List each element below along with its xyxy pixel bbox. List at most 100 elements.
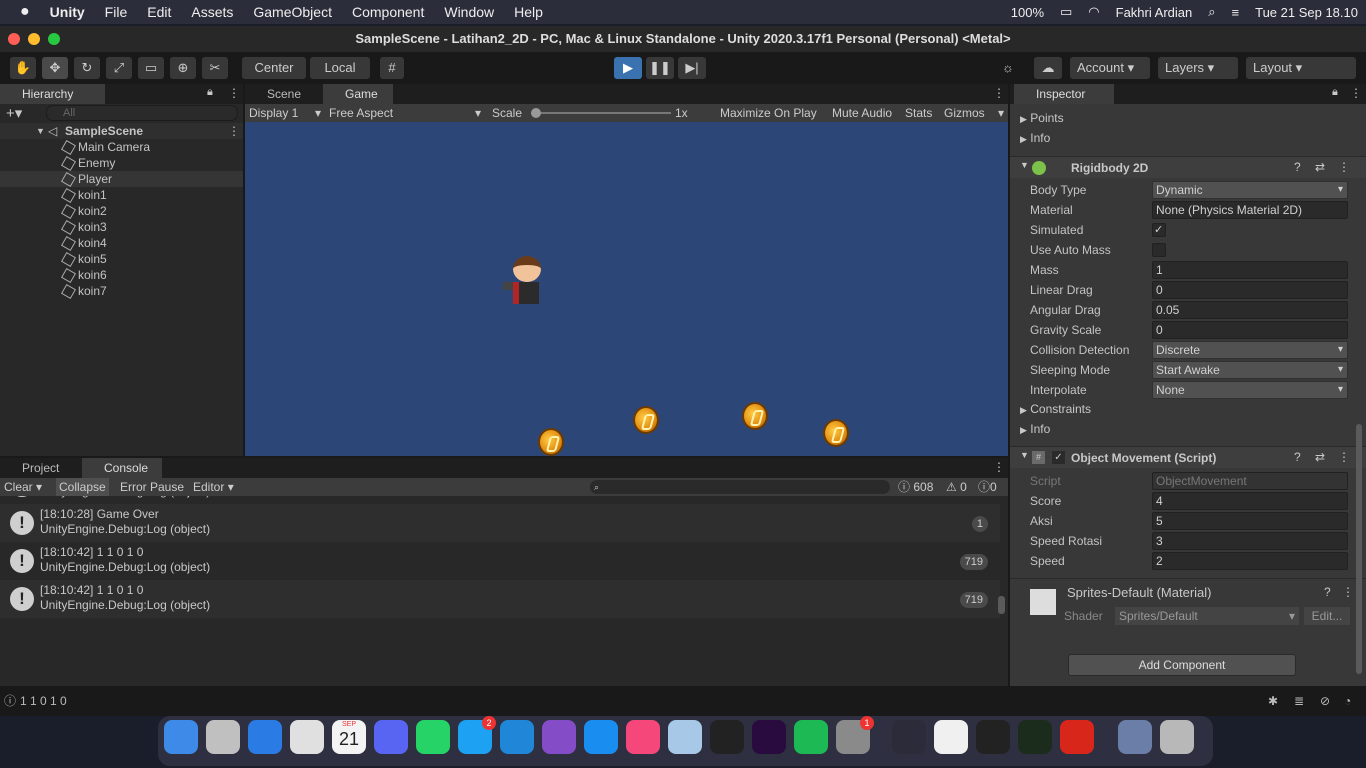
rigidbody-header[interactable]: ▼ Rigidbody 2D ? ⇄ ⋮ <box>1010 156 1366 178</box>
hierarchy-item[interactable]: koin6 <box>0 267 243 284</box>
console-search-input[interactable]: ⌕ <box>590 480 890 494</box>
system-preferences-icon[interactable]: 1 <box>836 716 874 754</box>
material-preview[interactable] <box>1030 589 1056 615</box>
scene-options-icon[interactable]: ⋮ <box>228 123 240 139</box>
error-pause-toggle[interactable]: Error Pause <box>120 478 184 496</box>
trash-icon[interactable] <box>1160 720 1194 754</box>
console-log-entry[interactable]: ! UnityEngine.Debug:Log (object) <box>0 496 1000 504</box>
layers-dropdown[interactable]: Layers ▾ <box>1158 57 1238 79</box>
preset-icon[interactable]: ⇄ <box>1315 160 1325 174</box>
field-value[interactable]: 4 <box>1152 492 1348 510</box>
tab-scene[interactable]: Scene <box>245 84 319 104</box>
finder-icon[interactable] <box>164 720 198 754</box>
cloud-icon[interactable]: ☁ <box>1034 57 1062 79</box>
field-value[interactable] <box>1152 243 1166 257</box>
foldout-constraints[interactable]: ▶ Constraints <box>1020 402 1091 416</box>
field-value[interactable]: 0.05 <box>1152 301 1348 319</box>
collab-status-icon[interactable]: ◔ <box>1344 690 1351 712</box>
auto-generate-lighting-icon[interactable]: ⊘ <box>1320 690 1330 712</box>
hierarchy-item[interactable]: koin3 <box>0 219 243 236</box>
component-menu-icon[interactable]: ⋮ <box>1338 450 1350 464</box>
visual-studio-icon[interactable] <box>542 720 576 754</box>
hierarchy-item[interactable]: koin2 <box>0 203 243 220</box>
downloads-folder-icon[interactable] <box>1118 720 1152 754</box>
scene-root-item[interactable]: ▼ ◁ SampleScene ⋮ <box>0 123 243 139</box>
create-add-icon[interactable]: +▾ <box>6 104 22 122</box>
menu-component[interactable]: Component <box>342 4 434 20</box>
wifi-icon[interactable]: ◠ <box>1088 4 1099 20</box>
menu-gameobject[interactable]: GameObject <box>243 4 342 20</box>
field-value[interactable]: 3 <box>1152 532 1348 550</box>
maximize-on-play-toggle[interactable]: Maximize On Play <box>720 104 817 122</box>
apple-icon[interactable]: ● <box>0 3 40 21</box>
field-value[interactable]: None (Physics Material 2D) <box>1152 201 1348 219</box>
spotlight-search-icon[interactable]: ⌕ <box>1208 4 1215 20</box>
collapse-toggle[interactable]: Collapse <box>56 478 109 496</box>
field-value[interactable]: Dynamic <box>1152 181 1348 199</box>
menu-file[interactable]: File <box>95 4 138 20</box>
warning-count-toggle[interactable]: ⚠ 0 <box>946 478 967 496</box>
step-button[interactable]: ▶| <box>678 57 706 79</box>
hierarchy-item[interactable]: Main Camera <box>0 139 243 156</box>
clear-button[interactable]: Clear ▾ <box>4 478 42 496</box>
field-value[interactable]: Start Awake <box>1152 361 1348 379</box>
hierarchy-item[interactable]: koin1 <box>0 187 243 204</box>
field-value[interactable]: ObjectMovement <box>1152 472 1348 490</box>
layout-dropdown[interactable]: Layout ▾ <box>1246 57 1356 79</box>
status-message[interactable]: 1 1 0 1 0 <box>20 690 67 712</box>
rect-tool-button[interactable]: ▭ <box>138 57 164 79</box>
menu-window[interactable]: Window <box>434 4 504 20</box>
console-log-entry[interactable]: ! [18:10:42] 1 1 0 1 0 UnityEngine.Debug:L… <box>0 580 1000 618</box>
field-value[interactable]: 2 <box>1152 552 1348 570</box>
safari-icon[interactable] <box>248 720 282 754</box>
component-menu-icon[interactable]: ⋮ <box>1342 585 1354 599</box>
add-component-button[interactable]: Add Component <box>1068 654 1296 676</box>
battery-icon[interactable]: ▭ <box>1060 4 1072 20</box>
launchpad-icon[interactable] <box>206 720 240 754</box>
tab-inspector[interactable]: Inspector <box>1014 84 1114 104</box>
cache-server-icon[interactable]: ≣ <box>1294 690 1304 712</box>
hierarchy-item[interactable]: koin7 <box>0 283 243 300</box>
menu-help[interactable]: Help <box>504 4 553 20</box>
expand-arrow-icon[interactable]: ▼ <box>1020 450 1029 460</box>
tab-console[interactable]: Console <box>82 458 162 478</box>
unity-hub-icon[interactable] <box>934 720 968 754</box>
rotate-tool-button[interactable]: ↻ <box>74 57 100 79</box>
tab-project[interactable]: Project <box>0 458 78 478</box>
expand-arrow-icon[interactable]: ▼ <box>1020 160 1029 170</box>
display-dropdown[interactable]: Display 1 ▾ <box>249 104 321 122</box>
lock-icon[interactable]: 🔒︎ <box>1332 86 1338 99</box>
control-center-icon[interactable]: ≡ <box>1232 5 1240 20</box>
more-options-icon[interactable]: ⋮ <box>228 86 240 100</box>
datetime[interactable]: Tue 21 Sep 18.10 <box>1255 5 1358 20</box>
account-dropdown[interactable]: Account ▾ <box>1070 57 1150 79</box>
sidecar-icon[interactable] <box>892 720 926 754</box>
foldout-info[interactable]: ▶ Info <box>1020 131 1050 145</box>
more-options-icon[interactable]: ⋮ <box>993 86 1005 100</box>
console-log-entry[interactable]: ! [18:10:28] Game Over UnityEngine.Debug:L… <box>0 504 1000 542</box>
error-count-toggle[interactable]: ⓘ0 <box>978 478 997 496</box>
hierarchy-item[interactable]: Player <box>0 171 243 188</box>
hierarchy-item[interactable]: koin5 <box>0 251 243 268</box>
scale-tool-button[interactable]: ⤢ <box>106 57 132 79</box>
close-window-button[interactable] <box>8 33 20 45</box>
field-value[interactable]: Discrete <box>1152 341 1348 359</box>
zoom-window-button[interactable] <box>48 33 60 45</box>
minimize-window-button[interactable] <box>28 33 40 45</box>
discord-icon[interactable] <box>374 720 408 754</box>
aspect-dropdown[interactable]: Free Aspect ▾ <box>329 104 481 122</box>
activity-monitor-icon[interactable] <box>1018 720 1052 754</box>
foldout-points[interactable]: ▶ Points <box>1020 111 1064 125</box>
acrobat-icon[interactable] <box>1060 720 1094 754</box>
move-tool-button[interactable]: ✥ <box>42 57 68 79</box>
collab-icon[interactable]: ☼ <box>996 57 1020 79</box>
preset-icon[interactable]: ⇄ <box>1315 450 1325 464</box>
script-header[interactable]: ▼ # ✓ Object Movement (Script) ? ⇄ ⋮ <box>1010 446 1366 468</box>
pivot-center-button[interactable]: Center <box>242 57 306 79</box>
stats-toggle[interactable]: Stats <box>905 104 932 122</box>
console-scroll-thumb[interactable] <box>998 596 1005 614</box>
pivot-local-button[interactable]: Local <box>310 57 370 79</box>
field-value[interactable]: 1 <box>1152 261 1348 279</box>
xcode-icon[interactable] <box>584 720 618 754</box>
app-name-menu[interactable]: Unity <box>40 4 95 20</box>
